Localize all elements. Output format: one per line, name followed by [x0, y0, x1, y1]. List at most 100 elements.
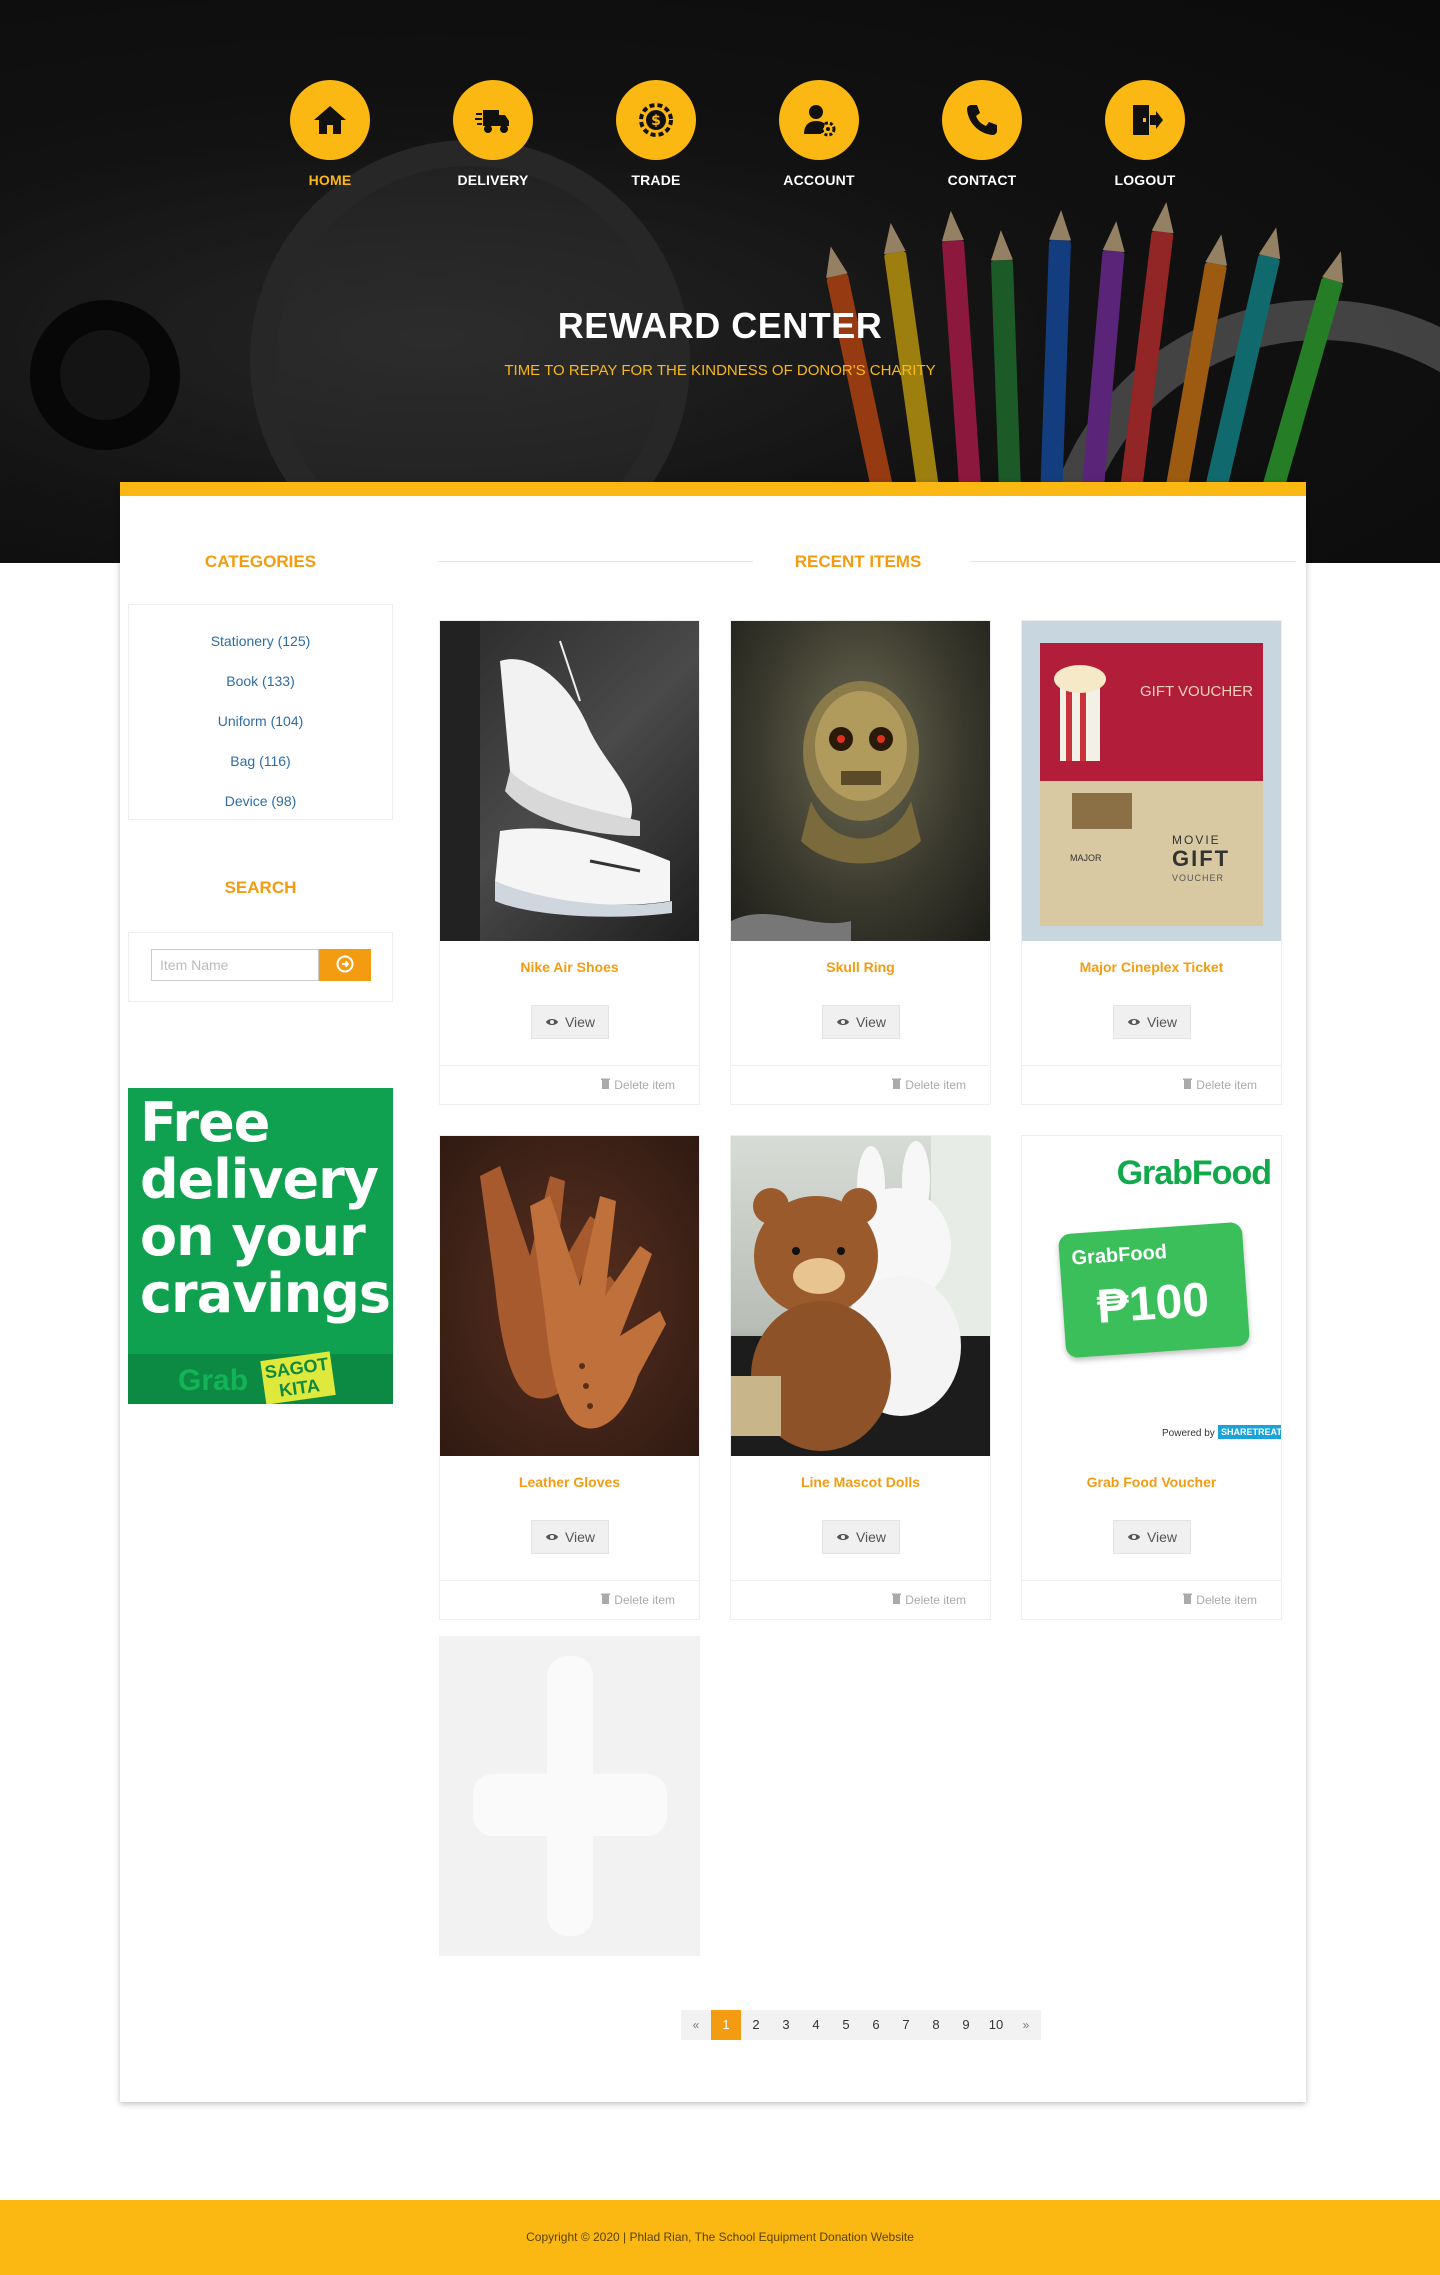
delete-label: Delete item — [905, 1078, 966, 1092]
ad-line: delivery — [140, 1148, 379, 1211]
card-footer: Delete item — [731, 1580, 990, 1619]
voucher-text: GIFT — [1172, 846, 1231, 871]
item-card: Line Mascot Dolls View Delete item — [730, 1135, 991, 1620]
pagination-next[interactable]: » — [1011, 2010, 1041, 2040]
hero-banner: HOME DELIVERY $ TRADE ACCOUNT CONTACT LO… — [0, 0, 1440, 563]
item-title[interactable]: Leather Gloves — [440, 1474, 699, 1490]
eye-icon — [836, 1529, 850, 1545]
grab-ad-banner[interactable]: Free delivery on your cravings! Grab SAG… — [128, 1088, 393, 1404]
delete-item-link[interactable]: Delete item — [892, 1593, 966, 1607]
pagination-page[interactable]: 1 — [711, 2010, 741, 2040]
trash-icon — [892, 1078, 902, 1092]
view-label: View — [1146, 1014, 1178, 1030]
view-label: View — [1146, 1529, 1178, 1545]
trash-icon — [1183, 1593, 1193, 1607]
nav-label-logout: LOGOUT — [1114, 172, 1176, 188]
nav-label-delivery: DELIVERY — [457, 172, 529, 188]
item-image-leather-gloves[interactable] — [440, 1136, 699, 1456]
ad-sticker: SAGOT KITA — [260, 1351, 336, 1404]
search-heading: SEARCH — [224, 878, 297, 897]
item-card: GrabFood GrabFood ₱100 Powered by SHARET… — [1021, 1135, 1282, 1620]
pagination-page[interactable]: 3 — [771, 2010, 801, 2040]
card-footer: Delete item — [440, 1065, 699, 1104]
page-subtitle: TIME TO REPAY FOR THE KINDNESS OF DONOR'… — [504, 362, 936, 379]
category-link-device[interactable]: Device (98) — [129, 781, 392, 821]
item-image-grabfood-voucher[interactable]: GrabFood GrabFood ₱100 Powered by SHARET… — [1022, 1136, 1281, 1456]
item-image-skull-ring[interactable] — [731, 621, 990, 941]
view-label: View — [855, 1529, 887, 1545]
eye-icon — [1127, 1529, 1141, 1545]
delete-label: Delete item — [1196, 1078, 1257, 1092]
sharetreats-logo: SHARETREATS — [1218, 1425, 1281, 1439]
view-button[interactable]: View — [822, 1520, 900, 1554]
nav-item-account[interactable]: ACCOUNT — [759, 80, 879, 188]
pagination-page[interactable]: 7 — [891, 2010, 921, 2040]
view-button[interactable]: View — [1113, 1005, 1191, 1039]
search-input[interactable] — [151, 949, 319, 981]
pagination-prev[interactable]: « — [681, 2010, 711, 2040]
powered-by-text: Powered by — [1162, 1428, 1215, 1439]
search-form — [128, 932, 393, 1002]
delete-item-link[interactable]: Delete item — [1183, 1078, 1257, 1092]
item-title[interactable]: Nike Air Shoes — [440, 959, 699, 975]
view-button[interactable]: View — [1113, 1520, 1191, 1554]
eye-icon — [545, 1014, 559, 1030]
card-footer: Delete item — [440, 1580, 699, 1619]
pagination-page[interactable]: 10 — [981, 2010, 1011, 2040]
delete-item-link[interactable]: Delete item — [601, 1593, 675, 1607]
item-card: Leather Gloves View Delete item — [439, 1135, 700, 1620]
view-button[interactable]: View — [822, 1005, 900, 1039]
user-gear-icon — [779, 80, 859, 160]
item-image-nike-shoes[interactable] — [440, 621, 699, 941]
search-button[interactable] — [319, 949, 371, 981]
nav-item-trade[interactable]: $ TRADE — [596, 80, 716, 188]
nav-item-home[interactable]: HOME — [270, 80, 390, 188]
nav-label-account: ACCOUNT — [783, 172, 855, 188]
view-button[interactable]: View — [531, 1005, 609, 1039]
delete-item-link[interactable]: Delete item — [892, 1078, 966, 1092]
pagination-page[interactable]: 8 — [921, 2010, 951, 2040]
grab-logo: Grab — [178, 1364, 249, 1397]
svg-text:$: $ — [651, 113, 661, 129]
category-link-stationery[interactable]: Stationery (125) — [129, 621, 392, 661]
page-title: REWARD CENTER — [557, 305, 883, 346]
pagination-page[interactable]: 9 — [951, 2010, 981, 2040]
ad-line: on your — [140, 1205, 366, 1268]
item-title[interactable]: Major Cineplex Ticket — [1022, 959, 1281, 975]
pagination-page[interactable]: 6 — [861, 2010, 891, 2040]
category-link-bag[interactable]: Bag (116) — [129, 741, 392, 781]
category-link-uniform[interactable]: Uniform (104) — [129, 701, 392, 741]
trash-icon — [892, 1593, 902, 1607]
nav-item-logout[interactable]: LOGOUT — [1085, 80, 1205, 188]
pagination-page[interactable]: 4 — [801, 2010, 831, 2040]
pagination: « 1 2 3 4 5 6 7 8 9 10 » — [681, 2010, 1041, 2040]
item-title[interactable]: Skull Ring — [731, 959, 990, 975]
site-footer: Copyright © 2020 | Phlad Rian, The Schoo… — [0, 2200, 1440, 2275]
item-title[interactable]: Grab Food Voucher — [1022, 1474, 1281, 1490]
view-button[interactable]: View — [531, 1520, 609, 1554]
arrow-circle-right-icon — [336, 955, 354, 976]
delete-item-link[interactable]: Delete item — [1183, 1593, 1257, 1607]
nav-item-delivery[interactable]: DELIVERY — [433, 80, 553, 188]
voucher-text: GIFT VOUCHER — [1140, 683, 1254, 700]
copyright-text: Copyright © 2020 | Phlad Rian, The Schoo… — [526, 2230, 914, 2244]
plus-icon-bar — [473, 1774, 667, 1836]
eye-icon — [836, 1014, 850, 1030]
pagination-page[interactable]: 2 — [741, 2010, 771, 2040]
trash-icon — [601, 1593, 611, 1607]
item-card: Nike Air Shoes View Delete item — [439, 620, 700, 1105]
category-link-book[interactable]: Book (133) — [129, 661, 392, 701]
pagination-page[interactable]: 5 — [831, 2010, 861, 2040]
delete-label: Delete item — [614, 1078, 675, 1092]
voucher-card-graphic: GrabFood ₱100 — [1057, 1221, 1251, 1359]
ad-line: Free — [140, 1091, 270, 1154]
item-image-cineplex-ticket[interactable]: GIFT VOUCHER MOVIE GIFT VOUCHER MAJOR — [1022, 621, 1281, 941]
delete-item-link[interactable]: Delete item — [601, 1078, 675, 1092]
add-item-tile[interactable] — [439, 1636, 700, 1956]
item-image-line-dolls[interactable] — [731, 1136, 990, 1456]
nav-item-contact[interactable]: CONTACT — [922, 80, 1042, 188]
voucher-brand: GrabFood — [1070, 1241, 1168, 1270]
item-title[interactable]: Line Mascot Dolls — [731, 1474, 990, 1490]
voucher-text: MOVIE — [1172, 833, 1221, 847]
nav-label-contact: CONTACT — [947, 172, 1017, 188]
